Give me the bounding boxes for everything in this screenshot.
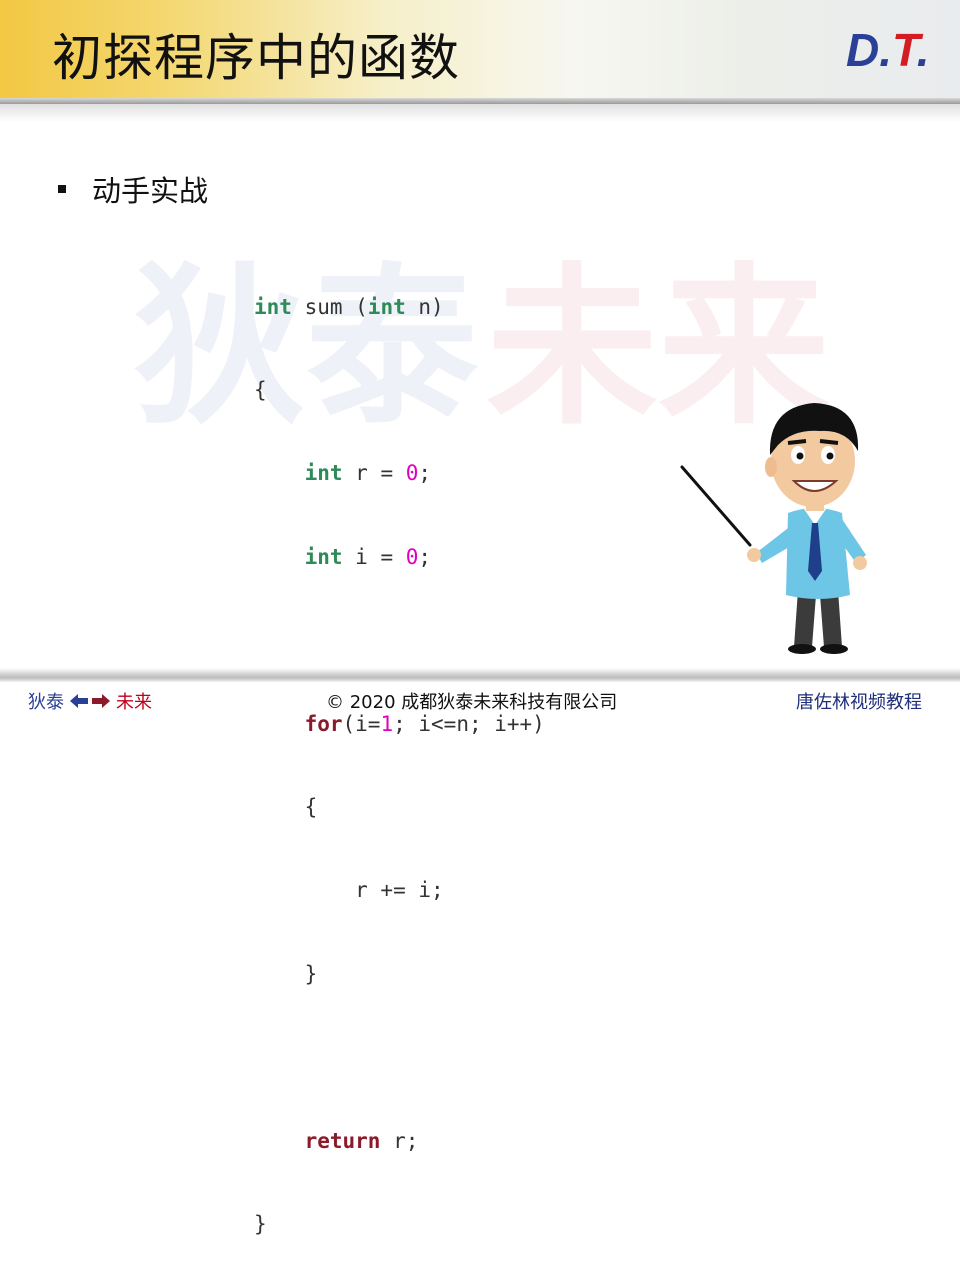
code-line: int sum (int n) [254, 294, 545, 322]
footer-left: 狄泰 未来 [28, 688, 152, 714]
header-shadow [0, 104, 960, 122]
code-text: ; [418, 461, 432, 486]
footer-course-title: 唐佐林视频教程 [796, 692, 922, 713]
code-number: 0 [405, 544, 419, 569]
double-arrow-icon [70, 693, 110, 709]
code-line: { [254, 377, 267, 402]
right-arrow-icon [92, 694, 110, 708]
code-text: r = [342, 461, 406, 486]
code-keyword: int [304, 544, 343, 569]
logo-t: T [892, 24, 917, 76]
code-keyword: int [367, 294, 406, 319]
code-number: 0 [405, 461, 419, 486]
code-keyword: int [254, 294, 292, 319]
code-text: ; [418, 544, 432, 569]
code-keyword: int [304, 461, 343, 486]
code-text: r; [380, 1128, 419, 1153]
code-line: r += i; [254, 878, 444, 903]
bullet-item: 动手实战 [58, 168, 208, 210]
footer-divider [0, 668, 960, 682]
code-line: for(i=1; i<=n; i++) [254, 711, 545, 739]
logo-dot-2: . [916, 24, 930, 76]
left-arrow-icon [70, 694, 110, 708]
code-line: } [254, 1211, 267, 1236]
code-text: sum ( [291, 294, 368, 319]
logo-d: D [846, 24, 880, 76]
dt-logo: D.T. [846, 26, 929, 74]
page-title: 初探程序中的函数 [52, 29, 460, 87]
code-text: i = [342, 544, 406, 569]
footer-copyright: © 2020 成都狄泰未来科技有限公司 [326, 692, 618, 713]
teacher-illustration [680, 403, 867, 654]
code-line: { [254, 794, 318, 819]
code-block: int sum (int n) { int r = 0; int i = 0; … [254, 238, 545, 1266]
code-text: n) [405, 294, 444, 319]
footer-left-brand-b: 未来 [116, 692, 152, 713]
header-band: 初探程序中的函数 D.T. [0, 0, 960, 104]
code-line: int i = 0; [254, 544, 545, 572]
code-line: } [254, 961, 318, 986]
code-text: ; i<=n; i++) [393, 711, 545, 736]
code-keyword: for [304, 711, 343, 736]
code-number: 1 [380, 711, 394, 736]
code-line: int r = 0; [254, 460, 545, 488]
code-keyword: return [304, 1128, 381, 1153]
logo-dot: . [879, 24, 893, 76]
bullet-square-icon [58, 185, 66, 193]
bullet-text: 动手实战 [92, 174, 209, 208]
code-line: return r; [254, 1128, 545, 1156]
code-text: (i= [342, 711, 381, 736]
footer-left-brand-a: 狄泰 [28, 692, 64, 713]
